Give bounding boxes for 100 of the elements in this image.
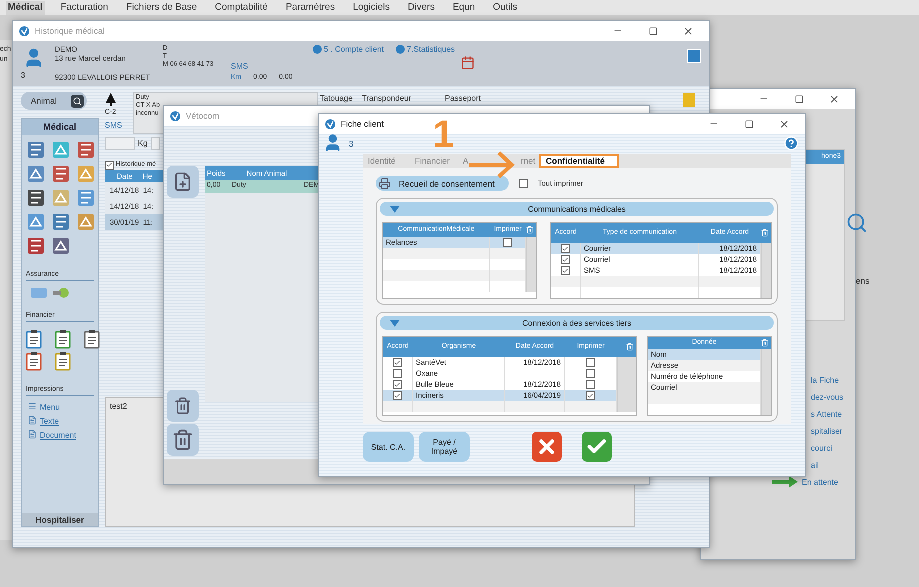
scrollbar[interactable] — [617, 357, 636, 412]
close-icon — [682, 26, 694, 36]
menu-item[interactable]: Facturation — [58, 0, 110, 14]
app-icon — [170, 110, 181, 122]
menu-item[interactable]: Médical — [6, 0, 45, 14]
search-button[interactable] — [71, 94, 84, 108]
scrollbar[interactable] — [761, 349, 771, 415]
delete-button[interactable] — [167, 424, 199, 456]
tool-icon[interactable] — [26, 236, 46, 256]
checkbox[interactable] — [393, 380, 402, 389]
search-icon — [73, 96, 82, 106]
scrollbar[interactable] — [761, 243, 771, 298]
checkbox[interactable] — [586, 380, 595, 389]
tool-icon[interactable] — [51, 164, 71, 184]
clipboard-icon[interactable] — [55, 352, 71, 371]
unit-label: Kg — [138, 138, 148, 148]
step-number: 1 — [433, 116, 454, 154]
print-link[interactable]: Texte — [40, 417, 60, 426]
weight-field[interactable] — [105, 137, 135, 150]
section-header[interactable]: Connexion à des services tiers — [380, 316, 774, 330]
side-link[interactable]: En attente — [802, 478, 838, 486]
text-icon — [28, 416, 37, 427]
checkbox[interactable] — [393, 369, 402, 378]
window-title: Vétocom — [186, 111, 220, 121]
panel-button[interactable] — [687, 49, 701, 63]
add-document-button[interactable] — [167, 166, 199, 198]
section-title: Communications médicales — [527, 204, 627, 214]
document-icon — [28, 430, 37, 441]
checkbox[interactable] — [105, 160, 114, 170]
checkbox[interactable] — [393, 391, 402, 400]
collapse-icon[interactable] — [390, 320, 400, 326]
checkbox[interactable] — [561, 266, 570, 275]
help-icon[interactable] — [784, 136, 799, 152]
checkbox[interactable] — [586, 358, 595, 367]
checkbox[interactable] — [503, 238, 512, 247]
delete-button[interactable] — [167, 390, 199, 422]
menu-item[interactable]: Outils — [491, 0, 520, 14]
bullet-icon — [396, 45, 406, 54]
sidebar-title: Médical — [22, 119, 98, 135]
app-icon — [19, 26, 30, 36]
check-icon — [587, 392, 594, 400]
clipboard-icon[interactable] — [84, 330, 100, 349]
logo-icon[interactable] — [52, 286, 70, 300]
weight-field[interactable] — [150, 137, 160, 150]
print-link[interactable]: Menu — [40, 403, 60, 412]
side-link[interactable]: dez-vous — [811, 393, 847, 402]
checkbox[interactable] — [561, 255, 570, 264]
side-link[interactable]: ail — [811, 461, 847, 470]
side-link[interactable]: la Fiche — [811, 376, 847, 385]
trash-icon — [174, 397, 192, 415]
checkbox[interactable] — [586, 391, 595, 400]
menu-item[interactable]: Divers — [406, 0, 437, 14]
close-icon — [828, 94, 840, 104]
trash-icon[interactable] — [761, 337, 771, 349]
id-label: Transpondeur — [362, 94, 413, 104]
collapse-icon[interactable] — [390, 206, 400, 212]
side-link[interactable]: courci — [811, 444, 847, 453]
sms-link[interactable]: SMS — [105, 120, 131, 130]
maximize-icon — [794, 94, 804, 104]
bullet-icon — [313, 45, 322, 54]
menu-item[interactable]: Comptabilité — [213, 0, 270, 14]
maximize-icon — [648, 26, 658, 36]
side-link[interactable]: s Attente — [811, 410, 847, 419]
animal-search[interactable]: Animal — [21, 92, 87, 110]
confirm-button[interactable] — [582, 432, 612, 462]
tool-icon[interactable] — [51, 236, 71, 256]
check-icon — [394, 358, 401, 366]
cancel-button[interactable] — [532, 432, 562, 462]
check-icon — [106, 161, 113, 169]
clipboard-icon[interactable] — [26, 330, 42, 349]
tool-icon[interactable] — [76, 140, 96, 160]
side-link[interactable]: spitaliser — [811, 427, 847, 436]
note-text: test2 — [110, 402, 128, 411]
tab[interactable]: Confidentialité — [539, 154, 619, 168]
clipboard-icon[interactable] — [55, 330, 71, 349]
checkbox[interactable] — [519, 179, 528, 188]
scrollbar[interactable] — [526, 237, 536, 292]
checkbox[interactable] — [561, 244, 570, 253]
tool-icon[interactable] — [26, 188, 46, 208]
add-document-icon — [173, 172, 193, 192]
action-button[interactable]: Stat. C.A. — [363, 432, 414, 462]
arrow-icon — [771, 476, 799, 488]
client-number: 3 — [349, 139, 354, 149]
arrow-icon — [469, 150, 515, 180]
section-header[interactable]: Communications médicales — [380, 202, 774, 216]
consent-button[interactable]: Recueil de consentement — [376, 176, 509, 191]
tool-icon[interactable] — [51, 212, 71, 232]
menu-item[interactable]: Fichiers de Base — [124, 0, 200, 14]
print-link[interactable]: Document — [40, 431, 76, 440]
menu-item[interactable]: Paramètres — [284, 0, 338, 14]
close-icon — [778, 118, 790, 130]
checkbox[interactable] — [586, 369, 595, 378]
menu-item[interactable]: Equn — [450, 0, 478, 14]
action-button[interactable]: Payé / Impayé — [419, 432, 470, 462]
checkbox[interactable] — [393, 358, 402, 367]
menu-item[interactable]: Logiciels — [351, 0, 392, 14]
app-icon — [325, 118, 336, 130]
tool-icon[interactable] — [26, 140, 46, 160]
hospitalize-button[interactable]: Hospitaliser — [22, 513, 98, 526]
clipboard-icon[interactable] — [26, 352, 42, 371]
